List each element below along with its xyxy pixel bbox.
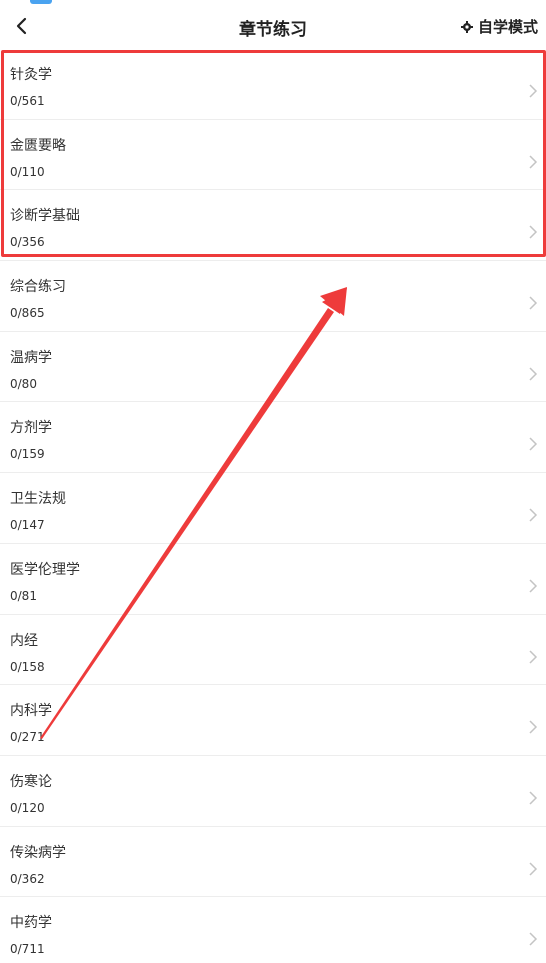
- chevron-right-icon: [529, 367, 538, 381]
- chapter-progress: 0/865: [10, 306, 45, 321]
- chapter-progress: 0/561: [10, 94, 45, 108]
- list-item[interactable]: 内经 0/158: [0, 614, 546, 686]
- chapter-name: 医学伦理学: [10, 561, 80, 578]
- list-item[interactable]: 伤寒论 0/120: [0, 755, 546, 827]
- chevron-right-icon: [529, 296, 538, 310]
- chapter-progress: 0/362: [10, 871, 45, 886]
- chapter-name: 卫生法规: [10, 491, 66, 508]
- chapter-progress: 0/110: [10, 164, 45, 179]
- chapter-progress: 0/158: [10, 659, 45, 674]
- list-item[interactable]: 医学伦理学 0/81: [0, 543, 546, 615]
- chevron-right-icon: [529, 225, 538, 239]
- chapter-progress: 0/271: [10, 730, 45, 745]
- list-item[interactable]: 内科学 0/271: [0, 685, 546, 756]
- chapter-progress: 0/120: [10, 800, 45, 815]
- list-item[interactable]: 诊断学基础 0/356: [0, 190, 546, 262]
- chapter-name: 诊断学基础: [10, 208, 80, 225]
- chapter-name: 内经: [10, 632, 38, 649]
- chapter-progress: 0/80: [10, 376, 37, 391]
- chapter-name: 针灸学: [10, 67, 52, 83]
- list-item[interactable]: 中药学 0/711: [0, 897, 546, 963]
- chapter-list: 针灸学 0/561 金匮要略 0/110 诊断学基础 0/356 综合练习 0/…: [0, 49, 546, 963]
- list-item[interactable]: 综合练习 0/865: [0, 261, 546, 332]
- list-item[interactable]: 温病学 0/80: [0, 331, 546, 403]
- chevron-right-icon: [529, 84, 538, 98]
- status-indicator: [30, 0, 52, 4]
- chevron-right-icon: [529, 508, 538, 522]
- self-study-mode-button[interactable]: 自学模式: [460, 16, 538, 37]
- chevron-right-icon: [529, 155, 538, 169]
- chevron-right-icon: [529, 649, 538, 664]
- chevron-right-icon: [529, 932, 538, 946]
- self-study-mode-label: 自学模式: [477, 18, 538, 36]
- chapter-name: 金匮要略: [10, 137, 66, 154]
- chapter-name: 传染病学: [10, 844, 66, 861]
- chapter-name: 综合练习: [10, 279, 66, 296]
- chapter-progress: 0/159: [10, 447, 45, 462]
- chapter-progress: 0/356: [10, 235, 45, 250]
- list-item[interactable]: 传染病学 0/362: [0, 826, 546, 898]
- list-item[interactable]: 针灸学 0/561: [0, 49, 546, 120]
- list-item[interactable]: 方剂学 0/159: [0, 402, 546, 474]
- chapter-name: 伤寒论: [10, 773, 52, 790]
- chevron-right-icon: [529, 437, 538, 451]
- chapter-progress: 0/711: [10, 942, 45, 957]
- chevron-right-icon: [529, 862, 538, 876]
- chapter-progress: 0/147: [10, 518, 45, 533]
- chapter-name: 中药学: [10, 915, 52, 932]
- gear-icon: [460, 20, 473, 33]
- chapter-name: 温病学: [10, 349, 52, 366]
- chevron-right-icon: [529, 579, 538, 593]
- top-bar: 章节练习 自学模式: [0, 0, 546, 50]
- chapter-progress: 0/81: [10, 588, 37, 603]
- chapter-name: 方剂学: [10, 420, 52, 437]
- chapter-name: 内科学: [10, 703, 52, 720]
- chevron-right-icon: [529, 720, 538, 734]
- list-item[interactable]: 卫生法规 0/147: [0, 473, 546, 544]
- chevron-right-icon: [529, 791, 538, 805]
- list-item[interactable]: 金匮要略 0/110: [0, 119, 546, 191]
